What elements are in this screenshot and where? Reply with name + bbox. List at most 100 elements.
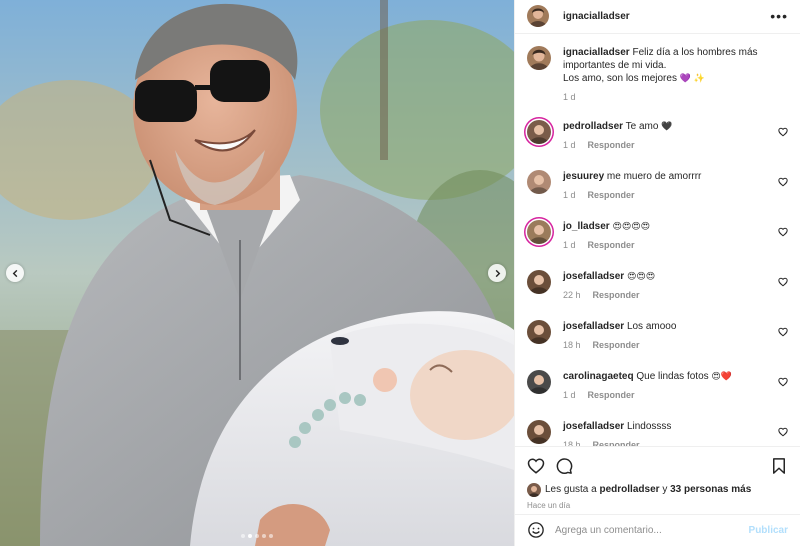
post-header: ignacialladser ••• (515, 0, 800, 34)
comment-item: jo_lladser 😍😍😍😍 1 d Responder (527, 219, 788, 250)
likes-prefix: Les gusta a (545, 484, 597, 496)
comment-text: jo_lladser 😍😍😍😍 (563, 220, 788, 234)
carousel-dot (255, 534, 259, 538)
likes-user-link[interactable]: pedrolladser (600, 484, 660, 495)
caption-line-2: Los amo, son los mejores (563, 72, 677, 84)
publish-button[interactable]: Publicar (749, 525, 788, 536)
comment-item: carolinagaeteq Que lindas fotos 😍❤️ 1 d … (527, 369, 788, 400)
next-photo-button[interactable] (488, 264, 506, 282)
comment-text: pedrolladser Te amo 🖤 (563, 120, 788, 134)
likes-others-link[interactable]: 33 personas más (670, 484, 751, 495)
likes-summary: Les gusta a pedrolladser y 33 personas m… (527, 482, 788, 497)
caption-author-avatar[interactable] (527, 45, 551, 70)
commenter-avatar[interactable] (527, 219, 551, 244)
comment-item: josefalladser Los amooo 18 h Responder (527, 319, 788, 350)
comment-item: pedrolladser Te amo 🖤 1 d Responder (527, 119, 788, 150)
like-heart-icon[interactable] (527, 457, 545, 475)
commenter-avatar[interactable] (527, 269, 551, 294)
post-dialog: ignacialladser ••• ignacialladser Feliz … (0, 0, 800, 546)
carousel-indicator (0, 534, 514, 538)
caption-text: ignacialladser Feliz día a los hombres m… (563, 46, 788, 86)
comment-username[interactable]: josefalladser (563, 421, 624, 432)
comment-time[interactable]: 1 d (563, 390, 576, 400)
comment-time[interactable]: 18 h (563, 340, 581, 350)
reply-button[interactable]: Responder (593, 290, 640, 300)
comment-body: Te amo (625, 120, 659, 132)
comment-emoji: 😍❤️ (711, 371, 733, 382)
comment-composer: Publicar (515, 513, 800, 546)
comment-item: josefalladser 😍😍😍 22 h Responder (527, 269, 788, 300)
comment-time[interactable]: 1 d (563, 240, 576, 250)
previous-photo-button[interactable] (6, 264, 24, 282)
post-time-ago[interactable]: Hace un día (527, 501, 788, 510)
comment-text: jesuurey me muero de amorrrr (563, 170, 788, 184)
more-options-icon[interactable]: ••• (770, 8, 788, 24)
comment-input[interactable] (555, 524, 749, 536)
post-caption: ignacialladser Feliz día a los hombres m… (527, 45, 788, 102)
caption-username[interactable]: ignacialladser (563, 47, 630, 58)
comment-body: me muero de amorrrr (606, 170, 702, 182)
comment-emoji: 😍😍😍😍 (612, 221, 651, 232)
reply-button[interactable]: Responder (593, 440, 640, 446)
reply-button[interactable]: Responder (588, 390, 635, 400)
comment-like-heart-icon[interactable] (778, 177, 788, 187)
commenter-avatar[interactable] (527, 419, 551, 444)
comment-time[interactable]: 18 h (563, 440, 581, 446)
comment-body: Lindossss (626, 420, 672, 432)
comment-username[interactable]: pedrolladser (563, 121, 623, 132)
author-username[interactable]: ignacialladser (563, 11, 630, 22)
comment-username[interactable]: josefalladser (563, 321, 624, 332)
commenter-avatar[interactable] (527, 169, 551, 194)
chevron-left-icon (12, 269, 17, 277)
comment-time[interactable]: 1 d (563, 190, 576, 200)
comment-emoji: 😍😍😍 (626, 271, 656, 282)
comment-text: josefalladser Los amooo (563, 320, 788, 334)
comment-username[interactable]: jo_lladser (563, 221, 610, 232)
comment-text: carolinagaeteq Que lindas fotos 😍❤️ (563, 370, 788, 384)
commenter-avatar[interactable] (527, 319, 551, 344)
comment-text: josefalladser 😍😍😍 (563, 270, 788, 284)
chevron-right-icon (495, 269, 500, 277)
carousel-dot (269, 534, 273, 538)
carousel-dot (248, 534, 252, 538)
post-actions: Les gusta a pedrolladser y 33 personas m… (515, 445, 800, 514)
comment-username[interactable]: josefalladser (563, 271, 624, 282)
reply-button[interactable]: Responder (588, 140, 635, 150)
carousel-dot (241, 534, 245, 538)
comment-time[interactable]: 22 h (563, 290, 581, 300)
comment-bubble-icon[interactable] (555, 457, 573, 475)
comment-body: Los amooo (626, 320, 677, 332)
bookmark-icon[interactable] (770, 457, 788, 475)
comment-like-heart-icon[interactable] (778, 227, 788, 237)
comment-body: Que lindas fotos (636, 370, 709, 382)
liker-avatar[interactable] (527, 482, 541, 497)
comment-list[interactable]: ignacialladser Feliz día a los hombres m… (515, 34, 800, 446)
comment-username[interactable]: carolinagaeteq (563, 371, 634, 382)
comment-like-heart-icon[interactable] (778, 327, 788, 337)
comment-emoji: 🖤 (661, 121, 673, 132)
comments-container: pedrolladser Te amo 🖤 1 d Responder jesu… (527, 119, 788, 446)
caption-emoji: 💜 ✨ (679, 73, 706, 84)
photo-image (0, 0, 514, 546)
comment-like-heart-icon[interactable] (778, 127, 788, 137)
commenter-avatar[interactable] (527, 369, 551, 394)
comment-username[interactable]: jesuurey (563, 171, 604, 182)
post-side-panel: ignacialladser ••• ignacialladser Feliz … (514, 0, 800, 546)
caption-time[interactable]: 1 d (563, 92, 576, 102)
commenter-avatar[interactable] (527, 119, 551, 144)
comment-time[interactable]: 1 d (563, 140, 576, 150)
comment-item: jesuurey me muero de amorrrr 1 d Respond… (527, 169, 788, 200)
likes-connector: y (662, 484, 668, 496)
post-photo[interactable] (0, 0, 514, 546)
emoji-smiley-icon[interactable] (527, 521, 545, 539)
author-avatar[interactable] (527, 5, 549, 28)
reply-button[interactable]: Responder (593, 340, 640, 350)
reply-button[interactable]: Responder (588, 240, 635, 250)
comment-like-heart-icon[interactable] (778, 427, 788, 437)
comment-item: josefalladser Lindossss 18 h Responder (527, 419, 788, 446)
comment-like-heart-icon[interactable] (778, 377, 788, 387)
reply-button[interactable]: Responder (588, 190, 635, 200)
carousel-dot (262, 534, 266, 538)
comment-like-heart-icon[interactable] (778, 277, 788, 287)
comment-text: josefalladser Lindossss (563, 420, 788, 434)
